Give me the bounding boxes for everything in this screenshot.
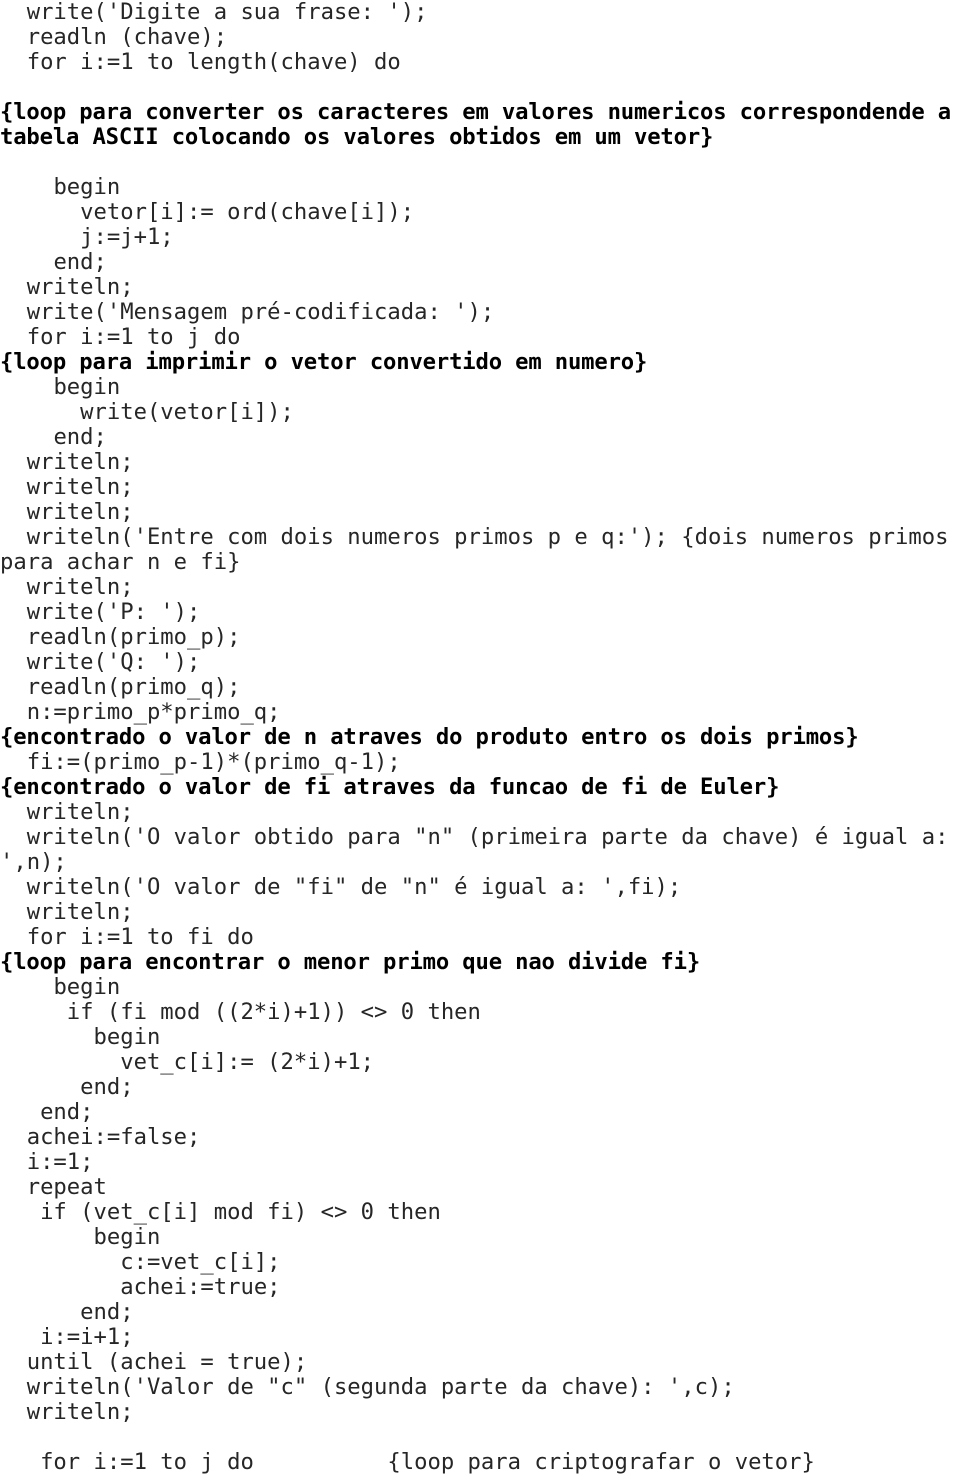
code-line: readln (chave); (0, 24, 228, 50)
code-line: j:=j+1; (0, 224, 174, 250)
code-line: begin (0, 374, 121, 400)
code-line: achei:=true; (0, 1274, 281, 1300)
code-line: write('Mensagem pré-codificada: '); (0, 299, 495, 325)
code-line: i:=1; (0, 1149, 94, 1175)
code-line: writeln; (0, 1399, 134, 1425)
code-line: writeln('Entre com dois numeros primos p… (0, 524, 949, 575)
code-line: for i:=1 to j do {loop para criptografar… (0, 1450, 960, 1475)
code-line: end; (0, 424, 107, 450)
code-line: begin (0, 174, 121, 200)
code-inline-comment: {loop para criptografar o vetor} (387, 1449, 815, 1475)
code-listing: write('Digite a sua frase: '); readln (c… (0, 0, 960, 1475)
code-gap (254, 1449, 388, 1475)
code-line: begin (0, 1224, 161, 1250)
code-line: writeln('Valor de "c" (segunda parte da … (0, 1374, 735, 1400)
code-line: writeln('O valor obtido para "n" (primei… (0, 824, 949, 875)
code-line: writeln; (0, 449, 134, 475)
code-line: end; (0, 249, 107, 275)
code-line: until (achei = true); (0, 1349, 308, 1375)
code-line: c:=vet_c[i]; (0, 1249, 281, 1275)
code-line: begin (0, 974, 121, 1000)
code-line: end; (0, 1299, 134, 1325)
code-line: i:=i+1; (0, 1324, 134, 1350)
code-line: writeln('O valor de "fi" de "n" é igual … (0, 874, 682, 900)
document-page: write('Digite a sua frase: '); readln (c… (0, 0, 960, 1481)
code-line: writeln; (0, 274, 134, 300)
code-line: end; (0, 1074, 134, 1100)
code-comment-line: {encontrado o valor de n atraves do prod… (0, 724, 859, 750)
code-comment-line: {loop para imprimir o vetor convertido e… (0, 349, 648, 375)
code-line: writeln; (0, 474, 134, 500)
code-line: write('P: '); (0, 599, 201, 625)
code-line: vet_c[i]:= (2*i)+1; (0, 1049, 375, 1075)
code-line: if (fi mod ((2*i)+1)) <> 0 then (0, 999, 481, 1025)
code-line: end; (0, 1099, 94, 1125)
code-line: write('Q: '); (0, 649, 201, 675)
code-line: for i:=1 to fi do (0, 924, 254, 950)
code-line: fi:=(primo_p-1)*(primo_q-1); (0, 749, 401, 775)
code-line: achei:=false; (0, 1124, 201, 1150)
code-line: writeln; (0, 899, 134, 925)
code-line: readln(primo_p); (0, 624, 241, 650)
code-line: write('Digite a sua frase: '); (0, 0, 428, 25)
code-line: write(vetor[i]); (0, 399, 294, 425)
code-line: for i:=1 to j do (0, 324, 241, 350)
code-line: readln(primo_q); (0, 674, 241, 700)
code-line: writeln; (0, 499, 134, 525)
code-line: vetor[i]:= ord(chave[i]); (0, 199, 415, 225)
code-line: for i:=1 to length(chave) do (0, 49, 401, 75)
code-comment-line: {loop para converter os caracteres em va… (0, 99, 951, 150)
code-line: writeln; (0, 574, 134, 600)
code-comment-line: {loop para encontrar o menor primo que n… (0, 949, 701, 975)
code-statement: for i:=1 to j do (0, 1449, 254, 1475)
code-line: repeat (0, 1174, 107, 1200)
code-comment-line: {encontrado o valor de fi atraves da fun… (0, 774, 780, 800)
code-line: begin (0, 1024, 161, 1050)
code-line: writeln; (0, 799, 134, 825)
code-line: n:=primo_p*primo_q; (0, 699, 281, 725)
code-line: if (vet_c[i] mod fi) <> 0 then (0, 1199, 441, 1225)
